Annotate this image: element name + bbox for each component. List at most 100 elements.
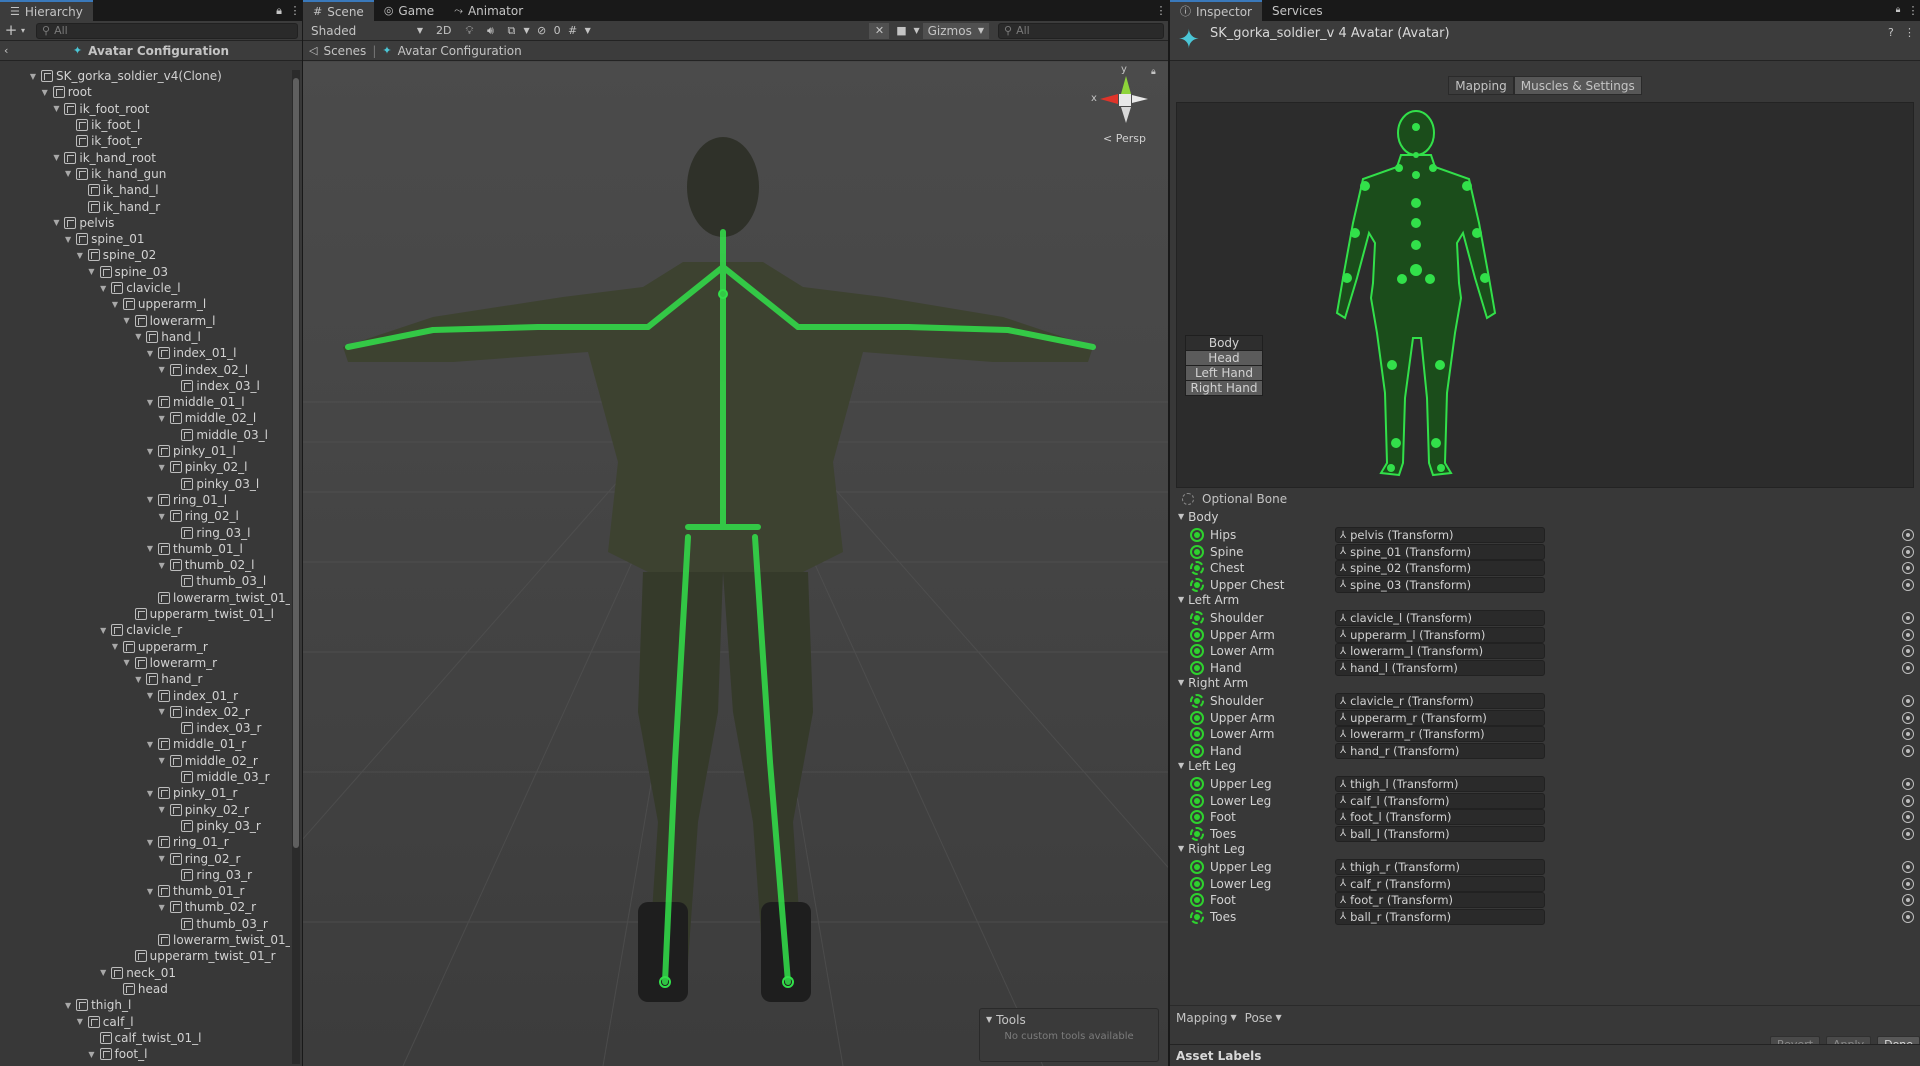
hierarchy-tree-item[interactable]: pinky_03_l [168, 476, 259, 492]
expand-arrow-icon[interactable]: ▼ [157, 512, 167, 521]
expand-arrow-icon[interactable]: ▼ [157, 854, 167, 863]
toggle-2d-button[interactable]: 2D [430, 24, 457, 37]
expand-arrow-icon[interactable]: ▼ [133, 332, 143, 341]
expand-arrow-icon[interactable]: ▼ [28, 72, 38, 81]
breadcrumb-scenes[interactable]: Scenes [323, 44, 366, 58]
hierarchy-tree-item[interactable]: index_03_l [168, 378, 260, 394]
scene-search-input[interactable]: ⚲ All [998, 22, 1164, 39]
hierarchy-tree-item[interactable]: ▼ pinky_02_r [157, 802, 249, 818]
shading-mode-dropdown[interactable]: Shaded ▼ [307, 24, 427, 38]
hierarchy-tree-item[interactable]: ▼ lowerarm_l [122, 313, 216, 329]
hierarchy-search-input[interactable]: ⚲ All [36, 22, 298, 39]
hidden-objects-icon[interactable]: ⊘ [533, 25, 551, 36]
hierarchy-tree-item[interactable]: ▼ spine_03 [87, 264, 168, 280]
hierarchy-tree-item[interactable]: thumb_03_r [168, 916, 268, 932]
tab-animator[interactable]: ⤳ Animator [444, 0, 533, 21]
hierarchy-tree-item[interactable]: ▼ neck_01 [98, 965, 176, 981]
expand-arrow-icon[interactable]: ▼ [145, 740, 155, 749]
hierarchy-tree-item[interactable]: thumb_03_l [168, 573, 266, 589]
kebab-menu-icon[interactable]: ⋮ [288, 0, 302, 21]
hierarchy-tree-item[interactable]: ▼ ik_hand_root [51, 150, 156, 166]
hierarchy-tree-item[interactable]: ▼ pinky_01_l [145, 443, 236, 459]
expand-arrow-icon[interactable]: ▼ [145, 495, 155, 504]
bone-status-icon[interactable] [1190, 777, 1204, 791]
bone-status-icon[interactable] [1190, 611, 1204, 625]
bone-status-icon[interactable] [1190, 528, 1204, 542]
object-picker-icon[interactable] [1902, 744, 1914, 757]
grid-toggle-icon[interactable]: # [564, 25, 582, 36]
object-picker-icon[interactable] [1902, 645, 1914, 657]
object-picker-icon[interactable] [1902, 910, 1914, 923]
hierarchy-tree-item[interactable]: ▼ thumb_02_l [157, 557, 255, 573]
hierarchy-tree-item[interactable]: ▼ pinky_01_r [145, 785, 237, 801]
hierarchy-tree-item[interactable]: pinky_03_r [168, 818, 261, 834]
avatar-figure[interactable] [1177, 103, 1915, 489]
expand-arrow-icon[interactable]: ▼ [98, 968, 108, 977]
tools-icon[interactable]: ✕ [869, 22, 890, 39]
back-arrow-icon[interactable]: ‹ [4, 45, 8, 56]
object-picker-icon[interactable] [1902, 778, 1914, 790]
bone-group-header[interactable]: ▼ Left Leg [1178, 757, 1236, 775]
body-part-button[interactable]: Body [1185, 335, 1263, 351]
bone-status-icon[interactable] [1190, 660, 1204, 675]
add-icon[interactable]: + [4, 23, 18, 38]
expand-arrow-icon[interactable]: ▼ [87, 1050, 97, 1059]
bone-group-header[interactable]: ▼ Right Leg [1178, 840, 1245, 858]
hierarchy-tree-item[interactable]: ▼ index_01_r [145, 687, 238, 703]
hierarchy-tree-item[interactable]: ring_03_r [168, 867, 252, 883]
camera-icon[interactable]: ■ [892, 25, 910, 36]
expand-arrow-icon[interactable]: ▼ [51, 153, 61, 162]
hierarchy-tree-item[interactable]: ▼ middle_01_r [145, 736, 246, 752]
chevron-down-icon[interactable]: ▼ [585, 26, 591, 35]
hierarchy-tree-item[interactable]: ▼ pelvis [51, 215, 114, 231]
expand-arrow-icon[interactable]: ▼ [157, 463, 167, 472]
hierarchy-tree-item[interactable]: ▼ ik_foot_root [51, 101, 149, 117]
expand-arrow-icon[interactable]: ▼ [145, 349, 155, 358]
bone-group-header[interactable]: ▼ Body [1178, 508, 1218, 526]
expand-arrow-icon[interactable]: ▼ [63, 235, 73, 244]
hierarchy-tree-item[interactable]: ▼ middle_02_r [157, 753, 258, 769]
bone-status-icon[interactable] [1190, 710, 1204, 725]
hierarchy-tree-item[interactable]: ▼ middle_01_l [145, 394, 245, 410]
object-picker-icon[interactable] [1902, 811, 1914, 823]
bone-transform-field[interactable]: ⅄ hand_l (Transform) [1335, 659, 1545, 676]
collapse-arrow-icon[interactable]: ▼ [986, 1016, 992, 1024]
expand-arrow-icon[interactable]: ▼ [122, 316, 132, 325]
bone-status-icon[interactable] [1190, 860, 1204, 874]
hierarchy-tree-item[interactable]: ▼ pinky_02_l [157, 459, 248, 475]
hierarchy-tree-item[interactable]: ring_03_l [168, 524, 250, 540]
object-picker-icon[interactable] [1902, 628, 1914, 641]
hierarchy-tree-item[interactable]: ▼ upperarm_l [110, 296, 206, 312]
hierarchy-tree-item[interactable]: ▼ index_01_l [145, 345, 237, 361]
object-picker-icon[interactable] [1902, 562, 1914, 574]
expand-arrow-icon[interactable]: ▼ [98, 284, 108, 293]
expand-arrow-icon[interactable]: ▼ [51, 104, 61, 113]
bone-status-icon[interactable] [1190, 694, 1204, 708]
bone-status-icon[interactable] [1190, 627, 1204, 642]
bone-status-icon[interactable] [1190, 544, 1204, 559]
expand-arrow-icon[interactable]: ▼ [63, 169, 73, 178]
hierarchy-tree-item[interactable]: ▼ foot_l [87, 1046, 147, 1062]
lock-icon[interactable]: 🔒︎ [1151, 68, 1156, 77]
hierarchy-tree-item[interactable]: ik_hand_r [75, 198, 160, 214]
bone-status-icon[interactable] [1190, 876, 1204, 891]
scrollbar-thumb[interactable] [293, 78, 299, 848]
hierarchy-tree-item[interactable]: lowerarm_twist_01_r [145, 932, 290, 948]
mapping-dropdown[interactable]: Mapping ▼ [1176, 1011, 1237, 1025]
object-picker-icon[interactable] [1902, 861, 1914, 873]
expand-arrow-icon[interactable]: ▼ [63, 1001, 73, 1010]
scenes-icon[interactable]: ◁ [309, 45, 317, 56]
hierarchy-tree-item[interactable]: ▼ spine_02 [75, 247, 157, 263]
tab-services[interactable]: Services [1262, 0, 1333, 21]
expand-arrow-icon[interactable]: ▼ [157, 707, 167, 716]
hierarchy-tree-item[interactable]: calf_twist_01_l [87, 1030, 201, 1046]
body-part-button[interactable]: Left Hand [1185, 365, 1263, 381]
hierarchy-tree-item[interactable]: ▼ root [40, 84, 92, 100]
hierarchy-tree-item[interactable]: middle_03_r [168, 769, 270, 785]
object-picker-icon[interactable] [1902, 545, 1914, 558]
object-picker-icon[interactable] [1902, 877, 1914, 890]
bone-status-icon[interactable] [1190, 577, 1204, 592]
hierarchy-tree-item[interactable]: upperarm_twist_01_r [122, 948, 276, 964]
audio-icon[interactable]: 🔊︎ [481, 25, 499, 36]
object-picker-icon[interactable] [1902, 529, 1914, 541]
